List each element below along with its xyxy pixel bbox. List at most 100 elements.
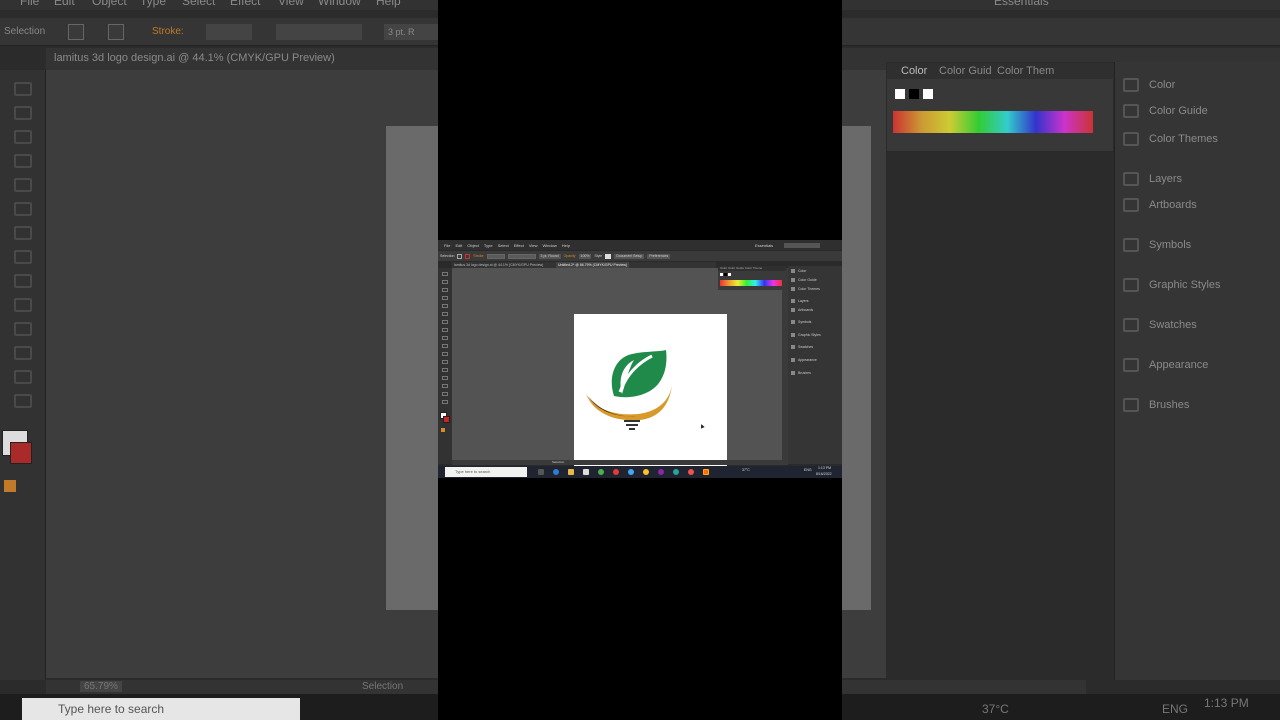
bg-tool-eyedropper[interactable] [14,370,32,384]
bg-tool-graph[interactable] [14,346,32,360]
bg-menu-file[interactable]: File [20,0,39,8]
bg-stroke-swatch[interactable] [108,24,124,40]
tool-gradient[interactable] [442,384,448,388]
tool-shape-builder[interactable] [442,360,448,364]
tool-free-transform[interactable] [442,352,448,356]
tool-perspective[interactable] [442,368,448,372]
bg-dock-appearance[interactable]: Appearance [1123,358,1208,372]
stroke-color-box[interactable] [443,416,450,423]
tool-pen[interactable] [442,288,448,292]
white-swatch[interactable] [728,273,731,276]
color-spectrum[interactable] [720,280,782,286]
chrome-icon-4[interactable] [643,469,649,475]
tool-zoom[interactable] [442,400,448,404]
bg-none-swatch[interactable] [895,89,905,99]
bg-menu-window[interactable]: Window [318,0,361,8]
canvas[interactable] [452,268,782,467]
bg-tool-selection[interactable] [14,82,32,96]
menu-file[interactable]: File [444,243,450,248]
illustrator-icon[interactable] [703,469,709,475]
dock-graphic-styles[interactable]: Graphic Styles [791,333,821,337]
bg-white-swatch[interactable] [923,89,933,99]
bg-menu-object[interactable]: Object [92,0,127,8]
edge-icon[interactable] [553,469,559,475]
tool-pencil[interactable] [442,312,448,316]
bg-tab-color[interactable]: Color [901,65,927,77]
bg-tool-rotate[interactable] [14,226,32,240]
stroke-weight-field[interactable] [486,253,505,259]
bg-stroke-color[interactable] [10,442,32,464]
black-swatch[interactable] [724,273,727,276]
dock-color-themes[interactable]: Color Themes [791,287,820,291]
taskbar-search[interactable]: Type here to search [445,467,527,477]
chrome-icon-5[interactable] [658,469,664,475]
tool-width[interactable] [442,344,448,348]
none-swatch[interactable] [720,273,723,276]
bg-tab-color-guide[interactable]: Color Guid [939,65,992,77]
artboard[interactable] [574,314,727,467]
bg-tool-eraser[interactable] [14,202,32,216]
dock-color-guide[interactable]: Color Guide [791,278,817,282]
bg-dock-layers[interactable]: Layers [1123,172,1182,186]
bg-dock-color-guide[interactable]: Color Guide [1123,104,1208,118]
bg-menu-edit[interactable]: Edit [54,0,75,8]
color-mode-button[interactable] [441,428,445,432]
store-icon[interactable] [583,469,589,475]
bg-tool-gradient[interactable] [14,322,32,336]
chrome-icon-6[interactable] [673,469,679,475]
bg-taskbar-search[interactable]: Type here to search [22,698,300,720]
menu-help[interactable]: Help [562,243,570,248]
bg-dock-symbols[interactable]: Symbols [1123,238,1191,252]
menu-edit[interactable]: Edit [455,243,462,248]
tool-eraser[interactable] [442,320,448,324]
leaf-bulb-logo[interactable] [574,314,727,467]
clock-time[interactable]: 1:13 PM [818,466,831,470]
bg-menu-type[interactable]: Type [140,0,166,8]
menu-effect[interactable]: Effect [514,243,524,248]
bg-dock-color-themes[interactable]: Color Themes [1123,132,1218,146]
bg-dock-brushes[interactable]: Brushes [1123,398,1189,412]
menu-type[interactable]: Type [484,243,493,248]
dock-artboards[interactable]: Artboards [791,308,813,312]
bg-tab-lamitus[interactable]: lamitus 3d logo design.ai @ 44.1% (CMYK/… [54,52,335,64]
bg-zoom-level[interactable]: 65.79% [80,681,122,692]
chrome-icon[interactable] [598,469,604,475]
menu-window[interactable]: Window [542,243,556,248]
stroke-swatch[interactable] [465,253,471,259]
bg-menu-select[interactable]: Select [182,0,215,8]
style-swatch[interactable] [605,253,612,259]
bg-tool-width[interactable] [14,274,32,288]
preferences-button[interactable]: Preferences [647,253,671,259]
bg-language[interactable]: ENG [1162,702,1188,716]
bg-tab-color-themes[interactable]: Color Them [997,65,1054,77]
bg-menu-help[interactable]: Help [376,0,401,8]
bg-tool-direct[interactable] [14,106,32,120]
bg-color-spectrum[interactable] [893,111,1093,133]
bg-dock-color[interactable]: Color [1123,78,1175,92]
tool-selection[interactable] [442,272,448,276]
language-indicator[interactable]: ENG [804,468,812,472]
tool-rotate[interactable] [442,328,448,332]
bg-dock-swatches[interactable]: Swatches [1123,318,1197,332]
bg-tool-scale[interactable] [14,250,32,264]
chrome-icon-3[interactable] [628,469,634,475]
dock-swatches[interactable]: Swatches [791,345,813,349]
tool-line[interactable] [442,296,448,300]
menu-object[interactable]: Object [467,243,479,248]
tool-scale[interactable] [442,336,448,340]
bg-tool-shape-builder[interactable] [14,298,32,312]
brush-select[interactable]: 3 pt. Round [538,253,561,259]
variable-width-profile[interactable] [507,253,536,259]
color-panel-tabs[interactable]: Color Color Guide Color Theme [718,266,786,271]
bg-stroke-weight[interactable] [206,24,252,40]
dock-color[interactable]: Color [791,269,806,273]
bg-variable-width[interactable] [276,24,362,40]
bg-clock[interactable]: 1:13 PM [1204,696,1249,710]
menu-view[interactable]: View [529,243,538,248]
bg-menu-effect[interactable]: Effect [230,0,260,8]
chrome-icon-2[interactable] [613,469,619,475]
menu-select[interactable]: Select [498,243,509,248]
clock-date[interactable]: 8/16/2022 [816,472,832,476]
file-explorer-icon[interactable] [568,469,574,475]
bg-brush-select[interactable]: 3 pt. R [384,24,444,40]
